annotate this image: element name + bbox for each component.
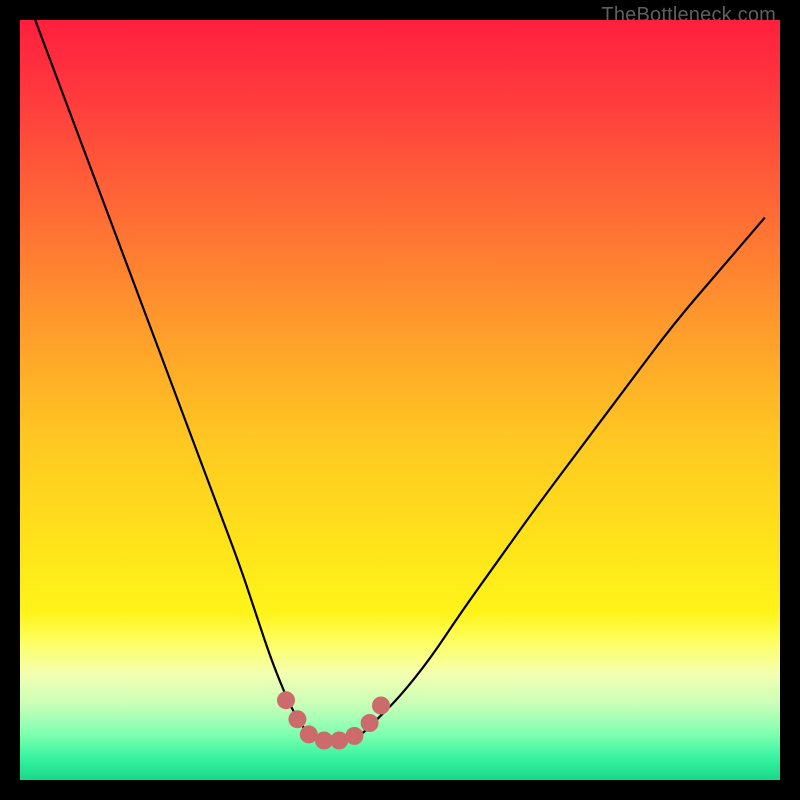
marker-dot bbox=[345, 727, 363, 745]
marker-dot bbox=[372, 697, 390, 715]
chart-frame bbox=[20, 20, 780, 780]
gradient-background bbox=[20, 20, 780, 780]
marker-dot bbox=[288, 710, 306, 728]
marker-dot bbox=[277, 691, 295, 709]
marker-dot bbox=[361, 714, 379, 732]
bottleneck-chart bbox=[20, 20, 780, 780]
marker-dot bbox=[330, 732, 348, 750]
